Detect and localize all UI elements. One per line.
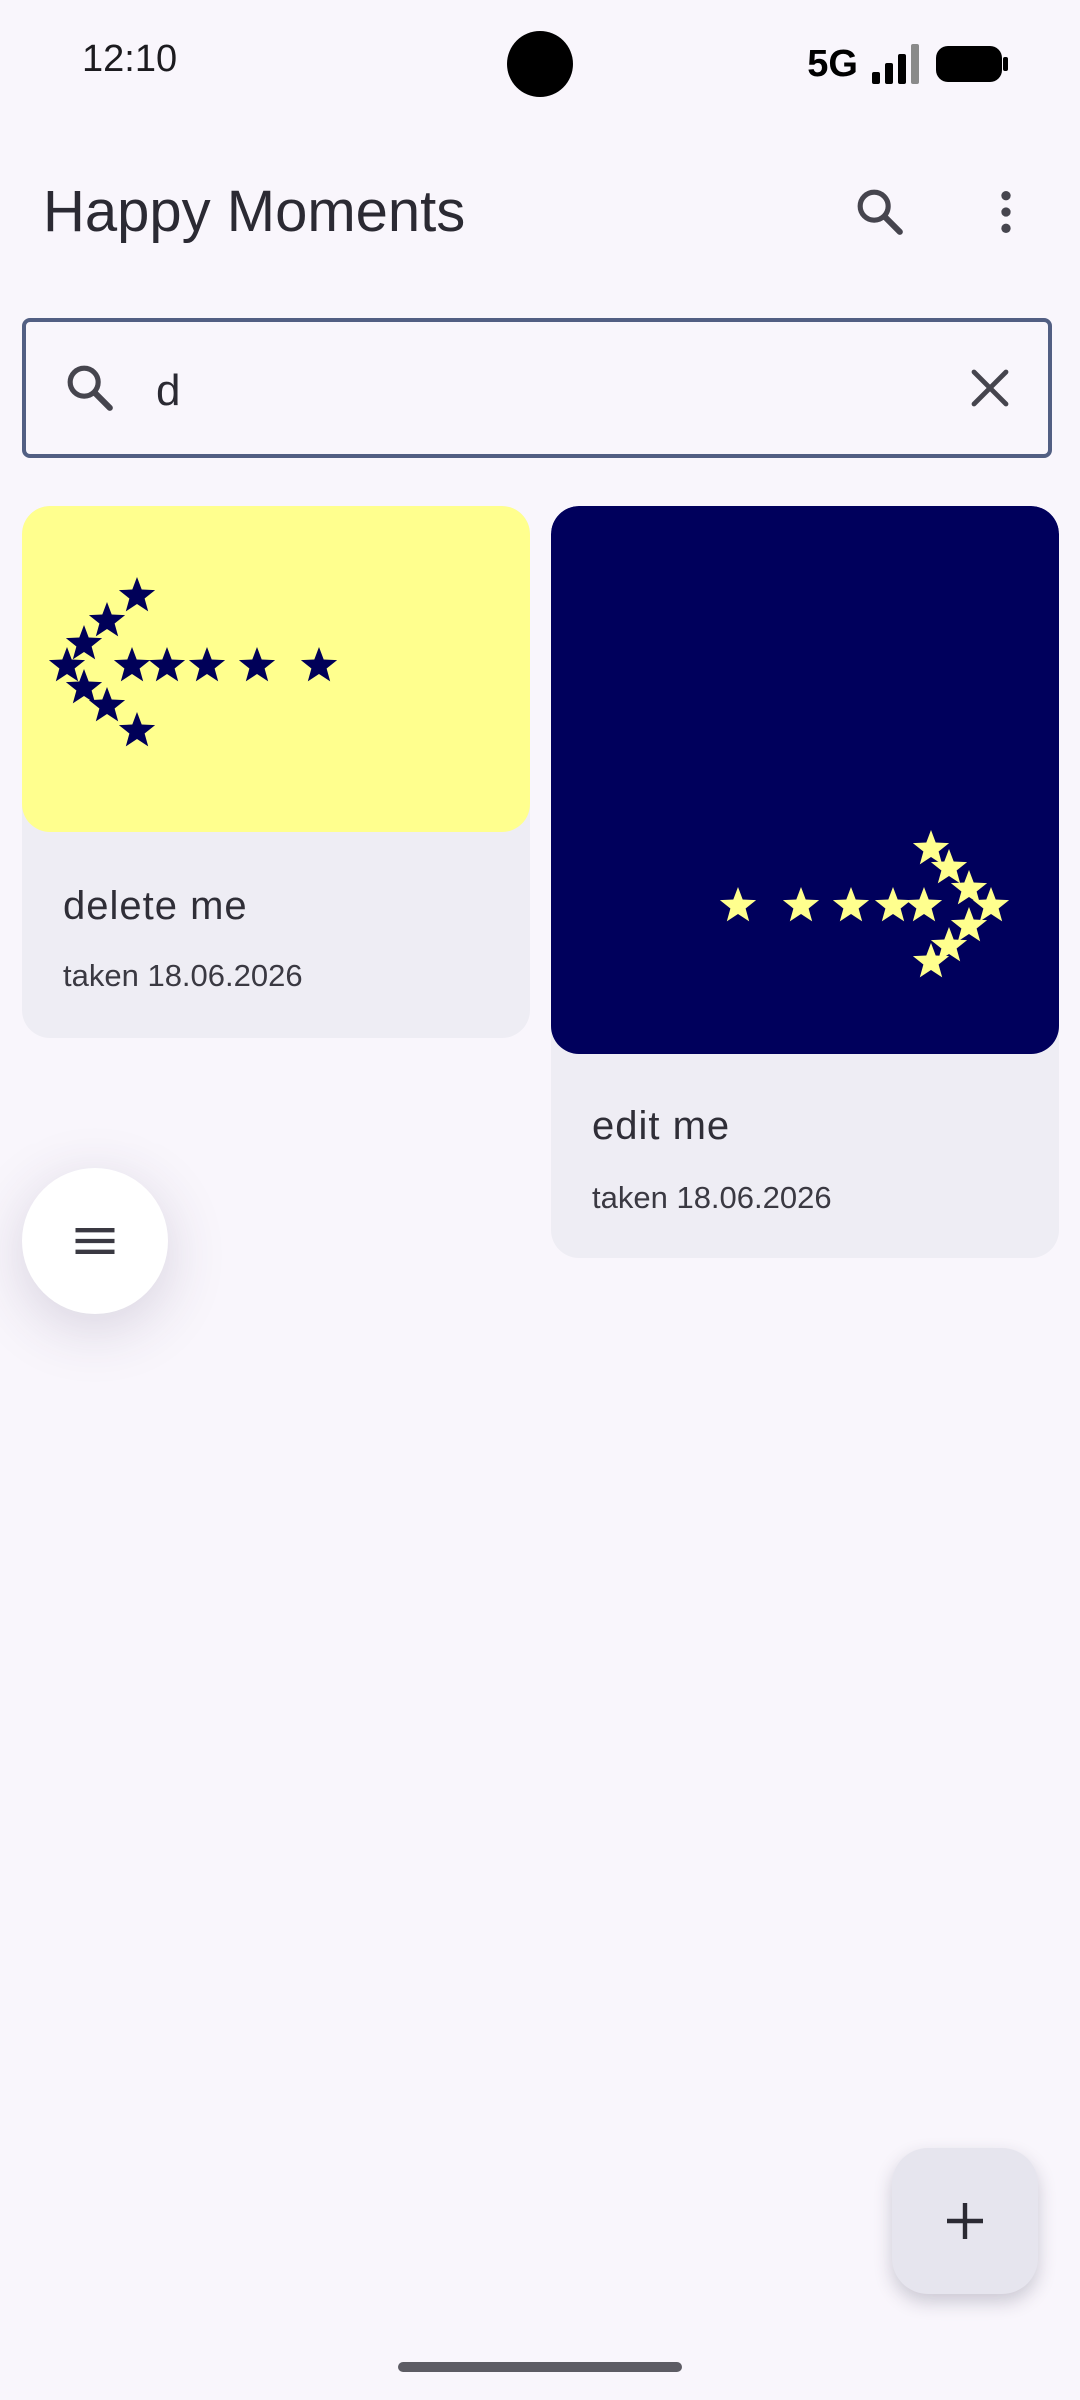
star-shape — [832, 887, 870, 922]
search-button[interactable] — [838, 170, 922, 254]
add-icon — [947, 2203, 983, 2239]
moment-card-delete-me[interactable]: delete me taken 18.06.2026 — [22, 506, 530, 1038]
network-type: 5G — [807, 42, 858, 85]
clear-search-button[interactable] — [950, 348, 1030, 428]
star-shape — [118, 577, 156, 612]
menu-icon — [75, 1228, 115, 1254]
search-field-icon — [58, 356, 122, 420]
star-shape — [88, 602, 126, 637]
menu-button[interactable] — [22, 1168, 168, 1314]
moment-thumbnail — [22, 506, 530, 832]
star-shape — [188, 647, 226, 682]
star-shape — [782, 887, 820, 922]
app-title: Happy Moments — [43, 179, 466, 244]
search-field[interactable]: d — [22, 318, 1052, 458]
star-shape — [874, 887, 912, 922]
star-shape — [950, 907, 988, 942]
moment-title: edit me — [592, 1104, 731, 1148]
more-options-button[interactable] — [964, 170, 1048, 254]
moment-date: taken 18.06.2026 — [63, 958, 303, 993]
star-shape — [972, 887, 1010, 922]
search-icon — [67, 365, 113, 411]
add-moment-button[interactable] — [892, 2148, 1038, 2294]
moment-title: delete me — [63, 884, 248, 928]
search-icon — [857, 189, 903, 235]
star-shape — [118, 712, 156, 747]
right-arrow-stars-image — [719, 830, 1010, 978]
star-shape — [65, 625, 103, 660]
star-shape — [300, 647, 338, 682]
moment-thumbnail — [551, 506, 1059, 1054]
moment-date: taken 18.06.2026 — [592, 1180, 832, 1215]
search-input[interactable]: d — [156, 366, 180, 416]
moment-card-edit-me[interactable]: edit me taken 18.06.2026 — [551, 506, 1059, 1258]
status-bar: 12:10 5G — [0, 0, 1080, 130]
left-arrow-stars-image — [48, 577, 338, 747]
home-indicator[interactable] — [398, 2362, 682, 2372]
star-shape — [719, 887, 757, 922]
close-icon — [971, 369, 1009, 407]
star-shape — [113, 647, 151, 682]
star-shape — [238, 647, 276, 682]
star-shape — [88, 687, 126, 722]
status-indicators: 5G — [807, 38, 1008, 90]
camera-cutout — [507, 31, 573, 97]
status-time: 12:10 — [82, 38, 178, 80]
star-shape — [912, 830, 950, 865]
star-shape — [148, 647, 186, 682]
battery-icon — [936, 46, 1008, 82]
top-app-bar: Happy Moments — [0, 150, 1080, 274]
more-vert-icon — [1001, 191, 1011, 233]
signal-icon — [872, 44, 919, 84]
star-shape — [905, 887, 943, 922]
